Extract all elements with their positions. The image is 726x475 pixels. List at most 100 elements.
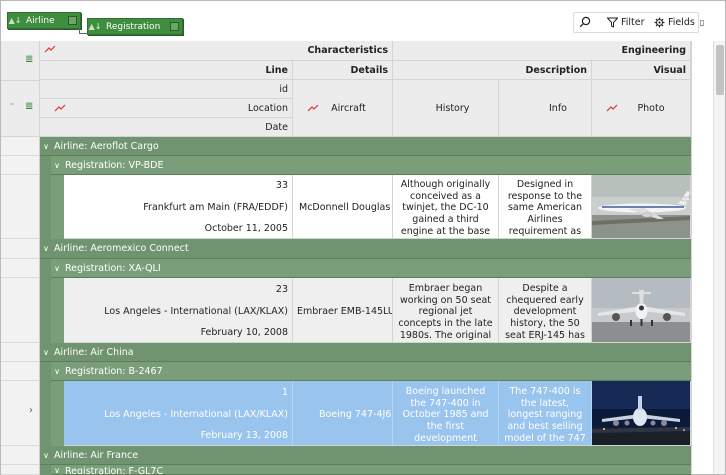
band-characteristics[interactable]: Characteristics: [40, 41, 393, 61]
table-row-line-cell[interactable]: 23 Los Angeles - International (LAX/KLAX…: [64, 278, 293, 343]
row-gutter: [1, 137, 40, 156]
column-header-details[interactable]: Details: [293, 61, 393, 80]
photo-cell[interactable]: [592, 175, 691, 239]
gear-icon: [654, 17, 665, 27]
group-indent: [51, 278, 64, 343]
group-row-registration[interactable]: ∨ Registration: F-GL7C: [51, 465, 691, 475]
row-gutter: [1, 446, 40, 465]
sort-ascending-icon[interactable]: ▲↓: [8, 16, 22, 25]
group-row-airline[interactable]: ∨ Airline: Air France: [40, 446, 691, 465]
row-layout-icon[interactable]: ≣: [25, 101, 33, 112]
column-header-history[interactable]: History: [393, 80, 499, 137]
remove-group-icon[interactable]: [170, 22, 179, 31]
aircraft-cell[interactable]: McDonnell Douglas ...: [293, 175, 393, 239]
group-indent: [40, 259, 51, 343]
aircraft-value: Boeing 747-4J6M: [319, 409, 393, 420]
band-label: Characteristics: [307, 45, 388, 56]
chevron-down-icon[interactable]: ∨: [51, 367, 63, 376]
column-header-location[interactable]: Location: [40, 99, 293, 118]
current-row-chevron-icon: ›: [29, 405, 33, 416]
group-chip-registration[interactable]: ▲↓ Registration: [87, 18, 183, 35]
group-row-registration[interactable]: ∨ Registration: B-2467: [51, 362, 691, 381]
row-layout-icon[interactable]: ≣: [25, 54, 33, 65]
column-header-line[interactable]: Line: [40, 61, 293, 80]
expand-all-icon[interactable]: ⁼: [10, 101, 14, 110]
row-gutter: [1, 465, 40, 475]
remove-group-icon[interactable]: [68, 16, 77, 25]
header-label: History: [435, 102, 470, 114]
row-gutter: [1, 362, 40, 381]
chevron-down-icon[interactable]: ∨: [51, 161, 63, 170]
group-chip-label: Registration: [106, 21, 161, 32]
header-label: Photo: [637, 102, 665, 114]
column-header-photo[interactable]: Photo: [592, 80, 691, 137]
info-cell[interactable]: Despite a chequered early development hi…: [499, 278, 592, 343]
location-value: Frankfurt am Main (FRA/EDDF): [143, 202, 288, 213]
band-engineering[interactable]: Engineering: [393, 41, 691, 61]
row-gutter-current: ›: [1, 381, 40, 446]
search-button[interactable]: [579, 12, 591, 32]
group-row-airline[interactable]: ∨ Airline: Aeroflot Cargo: [40, 137, 691, 156]
fields-button[interactable]: Fields ▯: [654, 12, 704, 32]
history-value: Boeing launched the 747-400 in October 1…: [399, 386, 492, 445]
column-header-date[interactable]: Date: [40, 118, 293, 137]
chevron-down-icon[interactable]: ∨: [40, 142, 52, 151]
column-header-aircraft[interactable]: Aircraft: [293, 80, 393, 137]
aircraft-value: McDonnell Douglas ...: [299, 202, 393, 213]
group-chip-label: Airline: [26, 15, 55, 26]
sort-ascending-icon[interactable]: ▲↓: [88, 22, 102, 31]
vertical-scrollbar[interactable]: [713, 41, 725, 474]
aircraft-cell[interactable]: Embraer EMB-145LU...: [293, 278, 393, 343]
chevron-down-icon[interactable]: ∨: [51, 466, 63, 474]
id-value: 33: [275, 180, 288, 191]
aircraft-value: Embraer EMB-145LU...: [297, 306, 392, 317]
group-row-label: Airline: Aeromexico Connect: [54, 243, 189, 254]
group-row-registration[interactable]: ∨ Registration: XA-QLI: [51, 259, 691, 278]
group-row-label: Registration: XA-QLI: [65, 262, 161, 274]
group-row-label: Registration: F-GL7C: [65, 466, 164, 475]
header-label: Description: [525, 64, 587, 76]
column-header-id[interactable]: id: [40, 80, 293, 99]
scrollbar-thumb[interactable]: [716, 45, 724, 95]
row-gutter: [1, 278, 40, 343]
photo-cell-selected[interactable]: [592, 381, 691, 446]
filter-label: Filter: [621, 16, 645, 28]
chevron-down-icon[interactable]: ∨: [40, 348, 52, 357]
search-icon[interactable]: [579, 16, 591, 28]
group-row-airline[interactable]: ∨ Airline: Air China: [40, 343, 691, 362]
history-cell-selected[interactable]: Boeing launched the 747-400 in October 1…: [393, 381, 499, 446]
filter-button[interactable]: Filter: [607, 12, 645, 32]
column-header-visual[interactable]: Visual: [592, 61, 691, 80]
resize-handle-icon[interactable]: [54, 104, 66, 112]
chevron-down-icon[interactable]: ∨: [40, 451, 52, 460]
resize-handle-icon[interactable]: [307, 104, 319, 112]
row-gutter: [1, 239, 40, 259]
id-value: 1: [281, 387, 288, 398]
group-chip-airline[interactable]: ▲↓ Airline: [7, 12, 81, 29]
chevron-down-icon[interactable]: ∨: [40, 244, 52, 253]
history-cell[interactable]: Although originally conceived as a twinj…: [393, 175, 499, 239]
group-row-label: Airline: Air France: [54, 449, 139, 461]
date-value: February 13, 2008: [200, 430, 288, 441]
aircraft-cell-selected[interactable]: Boeing 747-4J6M: [293, 381, 393, 446]
group-row-registration[interactable]: ∨ Registration: VP-BDE: [51, 156, 691, 175]
fields-menu-icon: ▯: [699, 17, 705, 27]
header-label: Line: [265, 64, 288, 76]
info-value: Designed in response to the same America…: [507, 179, 583, 238]
grid-right-empty: [691, 41, 713, 474]
info-cell-selected[interactable]: The 747-400 is the latest, longest rangi…: [499, 381, 592, 446]
info-cell[interactable]: Designed in response to the same America…: [499, 175, 592, 239]
photo-cell[interactable]: [592, 278, 691, 343]
table-row-line-cell[interactable]: 33 Frankfurt am Main (FRA/EDDF) October …: [64, 175, 293, 239]
row-gutter: [1, 175, 40, 239]
column-header-description[interactable]: Description: [393, 61, 592, 80]
history-cell[interactable]: Embraer began working on 50 seat regiona…: [393, 278, 499, 343]
fields-label: Fields: [668, 16, 695, 28]
column-header-info[interactable]: Info: [499, 80, 592, 137]
table-row-line-cell-selected[interactable]: 1 Los Angeles - International (LAX/KLAX)…: [64, 381, 293, 446]
resize-handle-icon[interactable]: [606, 104, 618, 112]
info-value: The 747-400 is the latest, longest rangi…: [504, 386, 586, 445]
group-row-airline[interactable]: ∨ Airline: Aeromexico Connect: [40, 239, 691, 259]
chevron-down-icon[interactable]: ∨: [51, 264, 63, 273]
resize-handle-icon[interactable]: [44, 45, 56, 53]
